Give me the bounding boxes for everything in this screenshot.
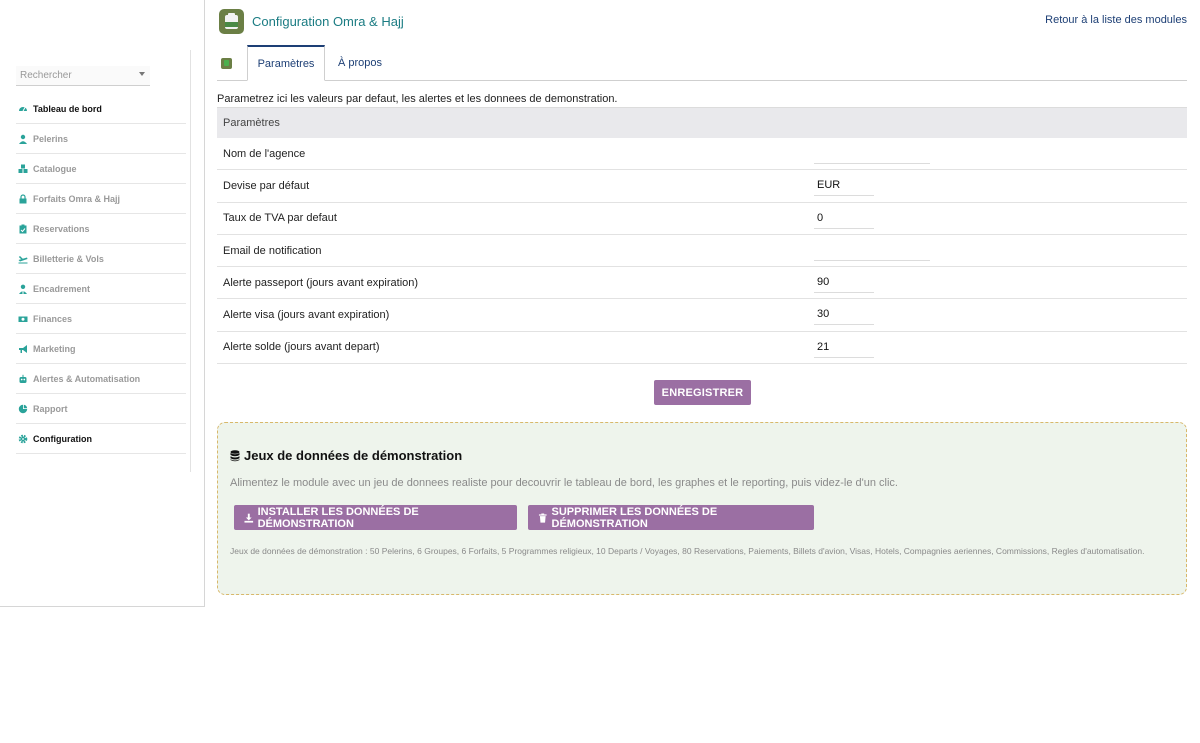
sidebar-item-finances[interactable]: Finances bbox=[16, 304, 186, 334]
sidebar-item-billetterie[interactable]: Billetterie & Vols bbox=[16, 244, 186, 274]
param-label: Alerte visa (jours avant expiration) bbox=[223, 309, 390, 322]
table-row: Devise par défaut EUR bbox=[217, 170, 1187, 203]
clipboard-icon bbox=[18, 224, 28, 234]
sidebar-item-alertes[interactable]: Alertes & Automatisation bbox=[16, 364, 186, 394]
sidebar-item-label: Billetterie & Vols bbox=[33, 253, 104, 264]
notification-email-field[interactable] bbox=[814, 240, 930, 261]
param-label: Taux de TVA par defaut bbox=[223, 212, 337, 225]
module-icon bbox=[219, 9, 244, 34]
install-demo-button[interactable]: INSTALLER LES DONNÉES DE DÉMONSTRATION bbox=[234, 505, 517, 530]
tab-parametres[interactable]: Paramètres bbox=[247, 45, 325, 81]
param-label: Alerte passeport (jours avant expiration… bbox=[223, 276, 419, 289]
catalog-icon bbox=[18, 164, 28, 174]
table-row: Alerte visa (jours avant expiration) 30 bbox=[217, 299, 1187, 332]
sidebar-menu: Tableau de bord Pelerins Catalogue Forfa… bbox=[16, 94, 186, 454]
demo-data-panel: Jeux de données de démonstration Aliment… bbox=[217, 422, 1187, 595]
download-icon bbox=[244, 513, 254, 523]
robot-icon bbox=[18, 374, 28, 384]
sidebar-item-label: Tableau de bord bbox=[33, 103, 102, 114]
demo-title: Jeux de données de démonstration bbox=[230, 448, 462, 463]
sidebar-item-label: Marketing bbox=[33, 343, 76, 354]
sidebar-item-marketing[interactable]: Marketing bbox=[16, 334, 186, 364]
table-row: Taux de TVA par defaut 0 bbox=[217, 203, 1187, 235]
param-label: Devise par défaut bbox=[223, 179, 310, 192]
passport-alert-field[interactable]: 90 bbox=[814, 273, 874, 294]
tab-a-propos[interactable]: À propos bbox=[327, 45, 393, 81]
sidebar-item-label: Alertes & Automatisation bbox=[33, 373, 141, 384]
back-to-modules-link[interactable]: Retour à la liste des modules bbox=[1045, 14, 1187, 26]
sidebar-item-pelerins[interactable]: Pelerins bbox=[16, 124, 186, 154]
sidebar-item-encadrement[interactable]: Encadrement bbox=[16, 274, 186, 304]
param-label: Alerte solde (jours avant depart) bbox=[223, 341, 380, 354]
lock-icon bbox=[18, 193, 28, 204]
sidebar-item-label: Encadrement bbox=[33, 283, 91, 294]
table-row: Alerte solde (jours avant depart) 21 bbox=[217, 332, 1187, 365]
demo-description: Alimentez le module avec un jeu de donne… bbox=[230, 477, 898, 489]
sidebar-item-label: Finances bbox=[33, 313, 73, 324]
delete-demo-label: SUPPRIMER LES DONNÉES DE DÉMONSTRATION bbox=[551, 505, 718, 530]
module-tab-icon bbox=[221, 58, 232, 69]
demo-note: Jeux de données de démonstration : 50 Pe… bbox=[230, 546, 1145, 556]
chevron-down-icon bbox=[139, 72, 145, 76]
visa-alert-field[interactable]: 30 bbox=[814, 305, 874, 326]
sidebar-item-label: Catalogue bbox=[33, 163, 77, 174]
user-icon bbox=[18, 134, 28, 144]
guide-icon bbox=[18, 284, 28, 294]
sidebar-item-forfaits[interactable]: Forfaits Omra & Hajj bbox=[16, 184, 186, 214]
delete-demo-button[interactable]: SUPPRIMER LES DONNÉES DE DÉMONSTRATION bbox=[528, 505, 814, 530]
sidebar-item-catalogue[interactable]: Catalogue bbox=[16, 154, 186, 184]
sidebar-item-reservations[interactable]: Reservations bbox=[16, 214, 186, 244]
params-header: Paramètres bbox=[217, 107, 1187, 138]
database-icon bbox=[230, 449, 240, 462]
table-row: Nom de l'agence bbox=[217, 138, 1187, 171]
money-icon bbox=[18, 314, 28, 324]
vat-rate-field[interactable]: 0 bbox=[814, 208, 874, 229]
params-table: Paramètres Nom de l'agence Devise par dé… bbox=[217, 107, 1187, 365]
pie-chart-icon bbox=[18, 404, 28, 414]
sidebar-item-tableau-de-bord[interactable]: Tableau de bord bbox=[16, 94, 186, 124]
sidebar-item-label: Pelerins bbox=[33, 133, 69, 144]
page-title: Configuration Omra & Hajj bbox=[252, 14, 404, 29]
param-label: Email de notification bbox=[223, 244, 322, 257]
sidebar-item-label: Reservations bbox=[33, 223, 90, 234]
intro-text: Parametrez ici les valeurs par defaut, l… bbox=[217, 93, 618, 105]
search-select[interactable]: Rechercher bbox=[16, 66, 150, 86]
dashboard-icon bbox=[18, 104, 28, 114]
param-label: Nom de l'agence bbox=[223, 147, 306, 160]
trash-icon bbox=[538, 513, 547, 523]
gear-icon bbox=[18, 434, 28, 444]
tab-bar: Paramètres À propos bbox=[217, 45, 1187, 81]
sidebar-item-configuration[interactable]: Configuration bbox=[16, 424, 186, 454]
sidebar-item-label: Rapport bbox=[33, 403, 68, 414]
sidebar-item-rapport[interactable]: Rapport bbox=[16, 394, 186, 424]
balance-alert-field[interactable]: 21 bbox=[814, 337, 874, 358]
plane-icon bbox=[18, 254, 28, 264]
demo-title-text: Jeux de données de démonstration bbox=[244, 448, 463, 463]
table-row: Alerte passeport (jours avant expiration… bbox=[217, 267, 1187, 300]
sidebar-item-label: Forfaits Omra & Hajj bbox=[33, 193, 121, 204]
megaphone-icon bbox=[18, 344, 28, 354]
table-row: Email de notification bbox=[217, 235, 1187, 268]
save-button[interactable]: ENREGISTRER bbox=[654, 380, 751, 405]
install-demo-label: INSTALLER LES DONNÉES DE DÉMONSTRATION bbox=[257, 505, 419, 530]
currency-field[interactable]: EUR bbox=[814, 176, 874, 197]
search-placeholder: Rechercher bbox=[20, 70, 72, 81]
agency-name-field[interactable] bbox=[814, 144, 930, 164]
sidebar-item-label: Configuration bbox=[33, 433, 92, 444]
